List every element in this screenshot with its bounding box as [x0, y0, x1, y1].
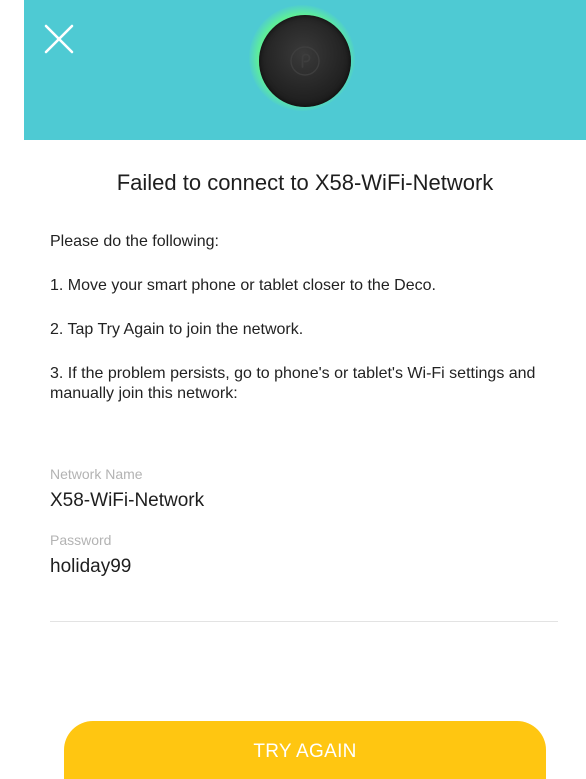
deco-logo-icon: [290, 46, 320, 76]
password-value: holiday99: [50, 556, 132, 577]
instructions-intro: Please do the following:: [50, 233, 219, 250]
close-icon: [44, 24, 74, 54]
try-again-button[interactable]: TRY AGAIN: [64, 721, 546, 779]
page-title: Failed to connect to X58-WiFi-Network: [116, 170, 494, 195]
password-label: Password: [50, 532, 112, 548]
failed-connection-screen: Failed to connect to X58-WiFi-Network Pl…: [0, 0, 586, 779]
close-button[interactable]: [40, 20, 80, 60]
deco-device-icon: [259, 15, 351, 107]
network-name-value: X58-WiFi-Network: [50, 490, 205, 511]
instructions: Please do the following: 1. Move your sm…: [50, 232, 560, 428]
divider: [50, 621, 558, 622]
instruction-step-2: 2. Tap Try Again to join the network.: [50, 321, 304, 338]
network-name-label: Network Name: [50, 466, 143, 482]
instruction-step-3: 3. If the problem persists, go to phone'…: [50, 365, 536, 402]
instruction-step-1: 1. Move your smart phone or tablet close…: [50, 277, 436, 294]
header-banner: [24, 0, 586, 140]
